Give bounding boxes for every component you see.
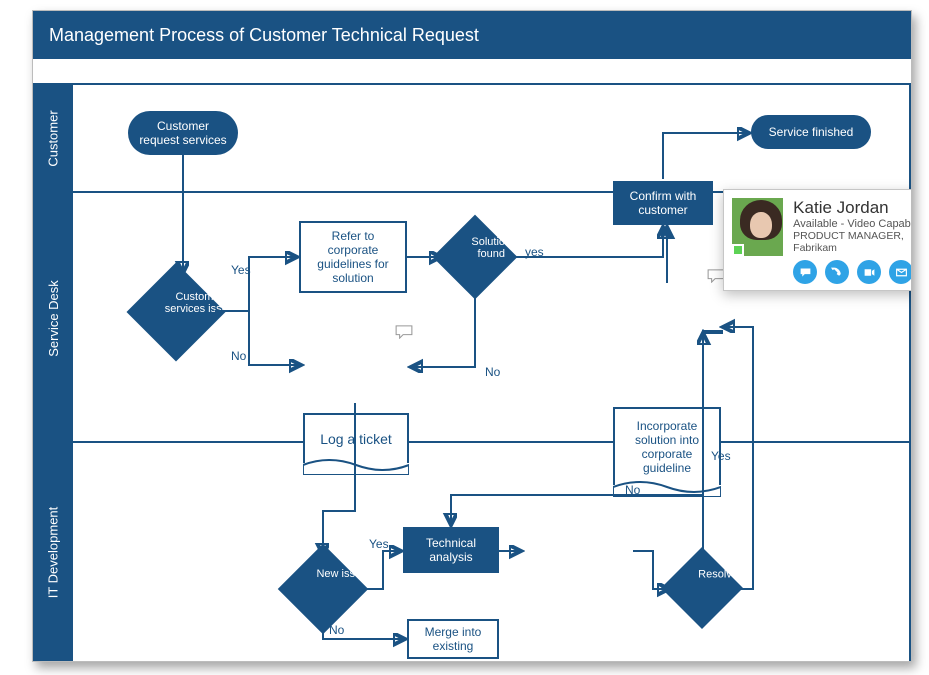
label-no-4: No: [625, 483, 640, 497]
lane-label-servicedesk: Service Desk: [46, 280, 61, 357]
mail-icon[interactable]: [889, 260, 912, 284]
node-customer-request[interactable]: Customer request services: [128, 111, 238, 155]
node-confirm-customer[interactable]: Confirm with customer: [613, 181, 713, 225]
lane-header-itdev: IT Development: [33, 443, 73, 661]
label-yes-3: Yes: [711, 449, 731, 463]
title-gap: [33, 59, 911, 83]
node-refer-guidelines[interactable]: Refer to corporate guidelines for soluti…: [299, 221, 407, 293]
video-icon[interactable]: [857, 260, 881, 284]
label-yes-lc: yes: [525, 245, 544, 259]
presence-indicator: [732, 244, 744, 256]
label-no-1: No: [231, 349, 246, 363]
label-yes-1: Yes: [231, 263, 251, 277]
lane-header-customer: Customer: [33, 83, 73, 193]
node-service-finished[interactable]: Service finished: [751, 115, 871, 149]
lane-label-itdev: IT Development: [46, 506, 61, 598]
lane-label-customer: Customer: [46, 110, 61, 166]
avatar: [732, 198, 783, 256]
node-merge-existing[interactable]: Merge into existing: [407, 619, 499, 659]
label-no-2: No: [485, 365, 500, 379]
diagram-title-bar: Management Process of Customer Technical…: [33, 11, 911, 59]
label-no-3: No: [329, 623, 344, 637]
contact-actions: [793, 260, 912, 284]
node-incorporate-guideline[interactable]: Incorporate solution into corporate guid…: [613, 407, 721, 485]
contact-name: Katie Jordan: [793, 198, 912, 218]
node-technical-analysis[interactable]: Technical analysis: [403, 527, 499, 573]
diagram-frame: Management Process of Customer Technical…: [32, 10, 912, 662]
lane-header-servicedesk: Service Desk: [33, 193, 73, 443]
contact-info: Katie Jordan Available - Video Capable P…: [793, 198, 912, 284]
node-log-ticket[interactable]: Log a ticket: [303, 413, 409, 463]
contact-card[interactable]: Katie Jordan Available - Video Capable P…: [723, 189, 912, 291]
diagram-title: Management Process of Customer Technical…: [49, 25, 479, 46]
comment-icon[interactable]: [395, 325, 413, 339]
label-yes-2: Yes: [369, 537, 389, 551]
contact-role: PRODUCT MANAGER, Fabrikam: [793, 230, 912, 254]
phone-icon[interactable]: [825, 260, 849, 284]
chat-icon[interactable]: [793, 260, 817, 284]
contact-status: Available - Video Capable: [793, 218, 912, 230]
